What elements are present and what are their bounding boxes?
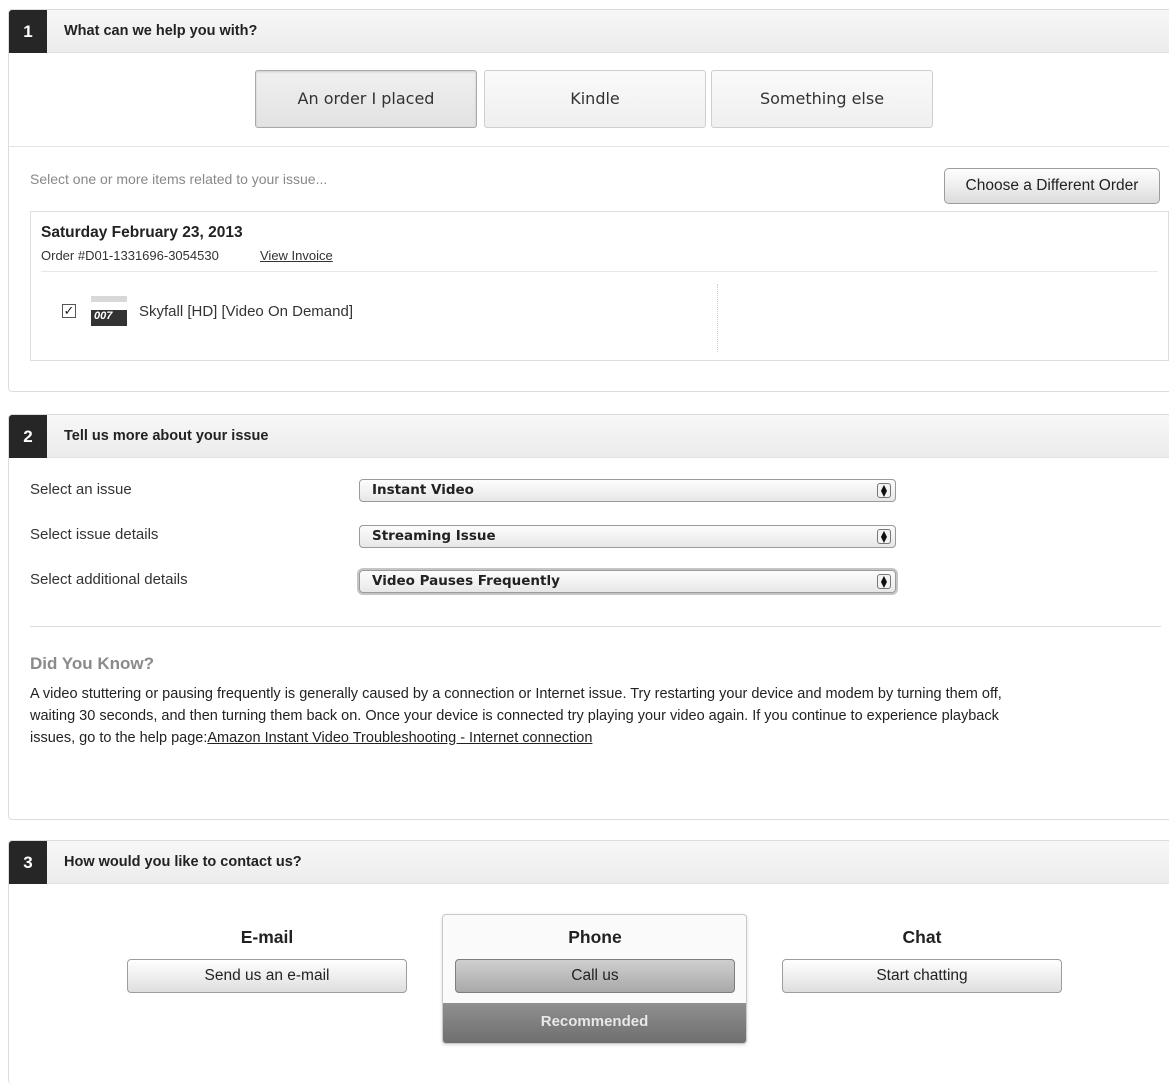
thumbnail-text: 007 — [94, 310, 113, 322]
issue-details-select-value: Streaming Issue — [372, 528, 496, 544]
checkbox-checked-icon[interactable]: ✓ — [62, 304, 76, 318]
order-date: Saturday February 23, 2013 — [41, 224, 243, 241]
additional-details-select-value: Video Pauses Frequently — [372, 573, 560, 589]
section-issue-details: 2 Tell us more about your issue Select a… — [8, 414, 1169, 820]
category-kindle-button[interactable]: Kindle — [484, 70, 706, 128]
section-contact-method: 3 How would you like to contact us? Reco… — [8, 840, 1169, 1084]
issue-select[interactable]: Instant Video ▲ ▼ — [359, 479, 896, 502]
troubleshooting-link[interactable]: Amazon Instant Video Troubleshooting - I… — [207, 730, 592, 746]
send-email-button[interactable]: Send us an e-mail — [127, 959, 407, 993]
chat-label: Chat — [902, 927, 942, 947]
order-details-box: Saturday February 23, 2013 Order #D01-13… — [30, 211, 1169, 361]
section-help-topic: 1 What can we help you with? An order I … — [8, 9, 1169, 392]
divider — [9, 146, 1169, 147]
choose-different-order-button[interactable]: Choose a Different Order — [944, 168, 1160, 204]
order-item-name: Skyfall [HD] [Video On Demand] — [139, 303, 353, 320]
view-invoice-link[interactable]: View Invoice — [260, 248, 333, 263]
recommended-badge: Recommended — [443, 1003, 746, 1043]
call-us-button[interactable]: Call us — [455, 959, 735, 993]
up-down-arrows-icon: ▲ ▼ — [877, 574, 891, 589]
section-title: How would you like to contact us? — [64, 854, 302, 870]
up-down-arrows-icon: ▲ ▼ — [877, 529, 891, 544]
divider — [41, 271, 1158, 272]
movie-thumbnail-icon: 007 — [91, 296, 127, 326]
section-header: 2 Tell us more about your issue — [9, 415, 1169, 458]
divider — [717, 284, 718, 352]
section-header: 1 What can we help you with? — [9, 10, 1169, 53]
category-something-else-button[interactable]: Something else — [711, 70, 933, 128]
step-number: 2 — [9, 415, 47, 458]
step-number: 3 — [9, 841, 47, 884]
select-items-hint: Select one or more items related to your… — [30, 171, 328, 187]
issue-details-label: Select issue details — [30, 526, 159, 543]
additional-details-label: Select additional details — [30, 571, 188, 588]
issue-label: Select an issue — [30, 481, 132, 498]
up-down-arrows-icon: ▲ ▼ — [877, 483, 891, 498]
additional-details-select[interactable]: Video Pauses Frequently ▲ ▼ — [359, 570, 896, 593]
did-you-know-title: Did You Know? — [30, 654, 155, 673]
issue-select-value: Instant Video — [372, 482, 474, 498]
section-header: 3 How would you like to contact us? — [9, 841, 1169, 884]
start-chatting-button[interactable]: Start chatting — [782, 959, 1062, 993]
section-title: Tell us more about your issue — [64, 428, 269, 444]
issue-details-select[interactable]: Streaming Issue ▲ ▼ — [359, 525, 896, 548]
section-title: What can we help you with? — [64, 23, 258, 39]
divider — [30, 626, 1161, 627]
order-number: Order #D01-1331696-3054530 — [41, 248, 219, 263]
step-number: 1 — [9, 10, 47, 53]
email-label: E-mail — [240, 927, 294, 947]
did-you-know-body: A video stuttering or pausing frequently… — [30, 683, 1030, 749]
phone-label: Phone — [568, 927, 622, 947]
category-order-button[interactable]: An order I placed — [255, 70, 477, 128]
